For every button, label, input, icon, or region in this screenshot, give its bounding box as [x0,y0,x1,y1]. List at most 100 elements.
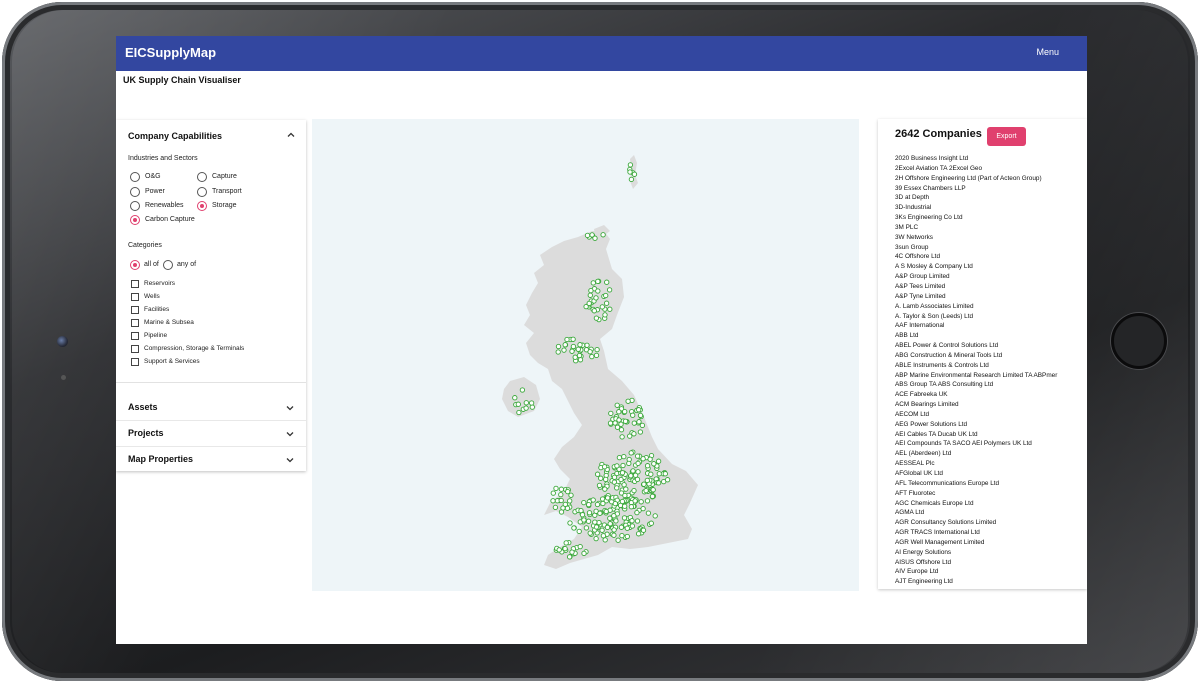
company-marker[interactable] [631,487,637,494]
company-marker[interactable] [629,523,636,529]
company-marker[interactable] [627,433,633,439]
company-marker[interactable] [550,498,556,504]
company-list-item[interactable]: A. Taylor & Son (Leeds) Ltd [895,312,1085,322]
company-marker[interactable] [636,419,642,425]
company-marker[interactable] [655,458,662,464]
company-marker[interactable] [598,475,604,481]
company-marker[interactable] [594,471,601,477]
company-marker[interactable] [622,408,628,415]
company-marker[interactable] [655,480,662,486]
company-marker[interactable] [558,497,564,504]
company-marker[interactable] [614,485,620,491]
company-marker[interactable] [637,429,644,435]
checkbox-support-services[interactable] [131,358,139,366]
radio-transport[interactable] [197,187,207,197]
company-marker[interactable] [572,354,578,360]
company-marker[interactable] [640,505,646,512]
company-marker[interactable] [603,300,610,306]
company-marker[interactable] [619,470,626,476]
company-marker[interactable] [569,348,575,354]
company-marker[interactable] [600,500,606,507]
company-list-item[interactable]: 3M PLC [895,223,1085,233]
company-marker[interactable] [664,477,671,483]
company-marker[interactable] [602,312,608,318]
company-list-item[interactable]: AECOM Ltd [895,410,1085,420]
company-marker[interactable] [632,498,638,504]
checkbox-compression-storage-terminals[interactable] [131,345,139,353]
company-list-item[interactable]: AESSEAL Plc [895,459,1085,469]
company-marker[interactable] [600,533,607,539]
company-marker[interactable] [607,521,613,527]
radio-storage[interactable] [197,201,207,211]
company-marker[interactable] [628,473,634,479]
company-marker[interactable] [639,422,646,429]
menu-button[interactable]: Menu [1036,47,1059,57]
company-marker[interactable] [578,507,584,514]
export-button[interactable]: Export [987,127,1026,146]
company-marker[interactable] [585,518,592,524]
company-marker[interactable] [581,499,587,506]
company-marker[interactable] [564,505,571,511]
company-marker[interactable] [603,292,609,299]
company-marker[interactable] [564,336,570,343]
company-marker[interactable] [568,492,574,498]
company-marker[interactable] [558,491,564,498]
company-list-item[interactable]: 3sun Group [895,243,1085,253]
company-list-item[interactable]: AGR TRACS International Ltd [895,528,1085,538]
company-list-item[interactable]: AFGlobal UK Ltd [895,469,1085,479]
company-marker[interactable] [626,460,632,467]
company-marker[interactable] [617,502,624,509]
company-marker[interactable] [523,405,529,411]
company-list-item[interactable]: 2020 Business Insight Ltd [895,154,1085,164]
company-list-item[interactable]: A&P Group Limited [895,272,1085,282]
company-marker[interactable] [584,232,591,239]
company-marker[interactable] [593,535,599,542]
company-marker[interactable] [613,518,619,524]
company-marker[interactable] [570,336,576,342]
company-marker[interactable] [607,515,613,521]
company-marker[interactable] [618,476,624,483]
company-marker[interactable] [575,346,581,352]
company-marker[interactable] [605,495,611,501]
company-marker[interactable] [619,434,625,440]
company-marker[interactable] [640,456,646,462]
radio-carbon-capture[interactable] [130,215,140,225]
company-marker[interactable] [577,543,583,550]
company-marker[interactable] [629,518,635,524]
company-marker[interactable] [599,527,605,533]
company-marker[interactable] [571,525,577,531]
company-list-item[interactable]: AGR Consultancy Solutions Limited [895,518,1085,528]
company-marker[interactable] [621,515,628,521]
company-marker[interactable] [621,453,627,460]
company-list-item[interactable]: AGC Chemicals Europe Ltd [895,499,1085,509]
company-marker[interactable] [558,509,565,515]
company-marker[interactable] [616,417,622,423]
company-marker[interactable] [634,476,641,483]
company-list-item[interactable]: AEI Compounds TA SACO AEI Polymers UK Lt… [895,439,1085,449]
company-list-item[interactable]: 3Ks Engineering Co Ltd [895,213,1085,223]
company-marker[interactable] [553,485,559,492]
company-marker[interactable] [592,519,598,525]
company-marker[interactable] [625,398,631,404]
accordion-map-properties[interactable]: Map Properties [116,446,306,472]
company-marker[interactable] [603,476,609,483]
company-marker[interactable] [594,346,600,353]
company-marker[interactable] [612,500,618,507]
company-list-item[interactable]: AGMA Ltd [895,508,1085,518]
company-marker[interactable] [590,280,596,286]
company-marker[interactable] [619,532,625,539]
company-list-item[interactable]: AISUS Offshore Ltd [895,558,1085,568]
company-marker[interactable] [586,300,592,307]
company-marker[interactable] [648,520,654,526]
checkbox-facilities[interactable] [131,306,139,314]
company-list-item[interactable]: AGR Well Management Limited [895,538,1085,548]
company-marker[interactable] [628,176,635,183]
accordion-assets[interactable]: Assets [116,394,306,421]
company-marker[interactable] [635,469,641,475]
company-list-item[interactable]: A&P Tyne Limited [895,292,1085,302]
company-marker[interactable] [565,488,571,495]
company-marker[interactable] [587,349,593,355]
company-marker[interactable] [637,412,644,419]
company-list-item[interactable]: AEL (Aberdeen) Ltd [895,449,1085,459]
company-marker[interactable] [614,402,620,408]
